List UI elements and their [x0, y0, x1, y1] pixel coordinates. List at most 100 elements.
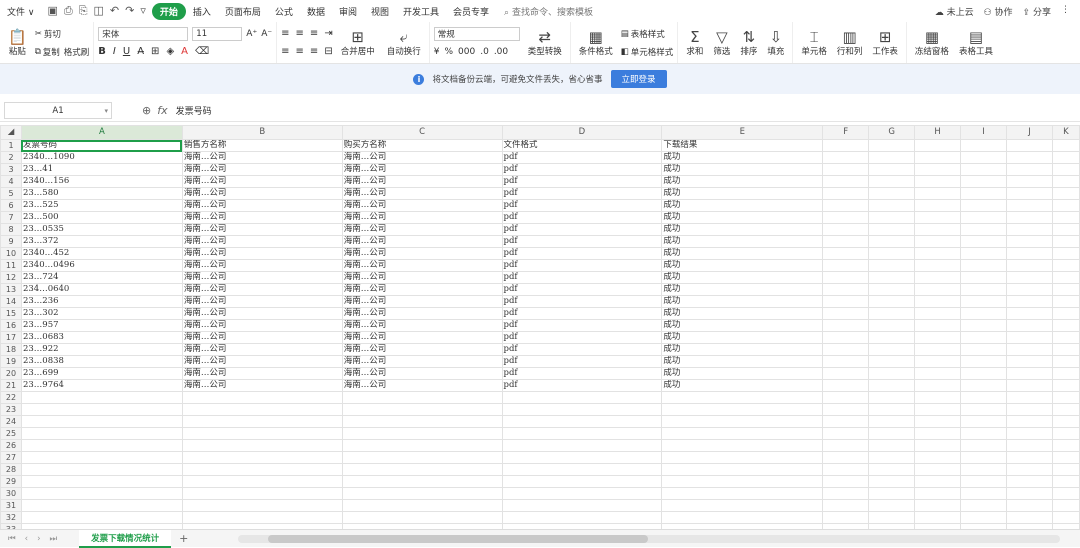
grid-cell[interactable] [1051, 487, 1080, 500]
tab-developer[interactable]: 开发工具 [396, 5, 446, 18]
grid-cell[interactable] [822, 331, 870, 344]
grid-cell[interactable] [868, 319, 916, 332]
grid-cell[interactable] [960, 451, 1007, 464]
grid-cell[interactable] [1051, 307, 1080, 320]
row-header[interactable]: 3 [0, 163, 22, 176]
grid-cell[interactable] [960, 199, 1007, 212]
tab-page-layout[interactable]: 页面布局 [218, 5, 268, 18]
grid-cell[interactable]: 成功 [661, 235, 824, 248]
grid-cell[interactable] [960, 475, 1007, 488]
column-header[interactable]: F [822, 125, 870, 140]
sort-button[interactable]: ⇅ 排序 [736, 29, 761, 57]
grid-cell[interactable] [822, 139, 870, 152]
grid-cell[interactable] [914, 175, 962, 188]
grid-cell[interactable] [914, 415, 962, 428]
grid-cell[interactable] [868, 283, 916, 296]
grid-cell[interactable] [960, 283, 1007, 296]
grid-cell[interactable] [1051, 331, 1080, 344]
grid-cell[interactable]: 发票号码 [20, 139, 183, 152]
row-header[interactable]: 29 [0, 475, 22, 488]
cut-button[interactable]: ✂ 剪切 [35, 28, 61, 40]
grid-cell[interactable] [868, 367, 916, 380]
grid-cell[interactable] [822, 319, 870, 332]
grid-cell[interactable] [960, 331, 1007, 344]
row-header[interactable]: 21 [0, 379, 22, 392]
grid-cell[interactable]: 销售方名称 [181, 139, 343, 152]
zoom-icon[interactable]: ⊕ [142, 104, 151, 117]
grid-cell[interactable] [1006, 499, 1053, 512]
fill-button[interactable]: ⇩ 填充 [763, 29, 788, 57]
grid-cell[interactable] [1006, 295, 1053, 308]
row-header[interactable]: 18 [0, 343, 22, 356]
column-header[interactable]: H [914, 125, 962, 140]
grid-cell[interactable] [1051, 391, 1080, 404]
grid-cell[interactable]: 购买方名称 [341, 139, 503, 152]
grid-cell[interactable]: 成功 [661, 247, 824, 260]
grid-cell[interactable] [914, 199, 962, 212]
grid-cell[interactable] [960, 175, 1007, 188]
grid-cell[interactable]: 海南…公司 [341, 187, 503, 200]
grid-cell[interactable]: 海南…公司 [181, 307, 343, 320]
horizontal-scrollbar[interactable] [238, 534, 1060, 543]
grid-cell[interactable]: 2340…0496 [20, 259, 183, 272]
grid-cell[interactable]: 海南…公司 [181, 331, 343, 344]
fx-icon[interactable]: fx [157, 104, 167, 117]
grid-cell[interactable]: pdf [501, 307, 663, 320]
grid-cell[interactable] [501, 403, 663, 416]
grid-cell[interactable] [341, 403, 503, 416]
grid-cell[interactable]: pdf [501, 247, 663, 260]
grid-cell[interactable]: 海南…公司 [181, 379, 343, 392]
grid-cell[interactable] [1051, 235, 1080, 248]
grid-cell[interactable] [1051, 223, 1080, 236]
grid-cell[interactable]: 成功 [661, 295, 824, 308]
row-header[interactable]: 11 [0, 259, 22, 272]
grid-cell[interactable]: 成功 [661, 199, 824, 212]
grid-cell[interactable]: 成功 [661, 283, 824, 296]
grid-cell[interactable] [868, 427, 916, 440]
grid-cell[interactable] [20, 463, 183, 476]
grid-cell[interactable] [960, 235, 1007, 248]
grid-cell[interactable] [914, 307, 962, 320]
row-header[interactable]: 17 [0, 331, 22, 344]
grid-cell[interactable] [822, 427, 870, 440]
row-header[interactable]: 12 [0, 271, 22, 284]
grid-cell[interactable]: 海南…公司 [181, 343, 343, 356]
italic-icon[interactable]: I [113, 46, 116, 57]
table-style-button[interactable]: ▤ 表格样式 [621, 28, 665, 40]
grid-cell[interactable] [914, 259, 962, 272]
grid-cell[interactable]: 成功 [661, 355, 824, 368]
grid-cell[interactable] [341, 499, 503, 512]
grid-cell[interactable] [914, 379, 962, 392]
grid-cell[interactable] [822, 511, 870, 524]
grid-cell[interactable] [822, 403, 870, 416]
grid-cell[interactable] [1006, 391, 1053, 404]
grid-cell[interactable] [914, 223, 962, 236]
grid-cell[interactable] [1051, 343, 1080, 356]
grid-cell[interactable] [914, 187, 962, 200]
row-header[interactable]: 30 [0, 487, 22, 500]
grid-cell[interactable]: pdf [501, 355, 663, 368]
grid-cell[interactable]: 2340…1090 [20, 151, 183, 164]
formula-input[interactable]: 发票号码 [176, 104, 212, 117]
grid-cell[interactable] [1006, 463, 1053, 476]
grid-cell[interactable] [20, 391, 183, 404]
login-button[interactable]: 立即登录 [610, 70, 667, 88]
grid-cell[interactable] [501, 463, 663, 476]
tab-insert[interactable]: 插入 [186, 5, 218, 18]
grid-cell[interactable] [1051, 319, 1080, 332]
grid-cell[interactable]: 海南…公司 [181, 187, 343, 200]
align-top-icon[interactable]: ≡ [281, 28, 289, 39]
grid-cell[interactable] [960, 295, 1007, 308]
grid-cell[interactable]: pdf [501, 271, 663, 284]
grid-cell[interactable] [1051, 283, 1080, 296]
grid-cell[interactable] [822, 451, 870, 464]
grid-cell[interactable] [868, 355, 916, 368]
grid-cell[interactable] [1006, 403, 1053, 416]
grid-cell[interactable] [1051, 295, 1080, 308]
grid-cell[interactable] [822, 235, 870, 248]
grid-cell[interactable] [822, 463, 870, 476]
grid-cell[interactable]: 海南…公司 [341, 199, 503, 212]
grid-cell[interactable] [960, 367, 1007, 380]
grid-cell[interactable] [914, 391, 962, 404]
grid-cell[interactable]: 海南…公司 [181, 163, 343, 176]
